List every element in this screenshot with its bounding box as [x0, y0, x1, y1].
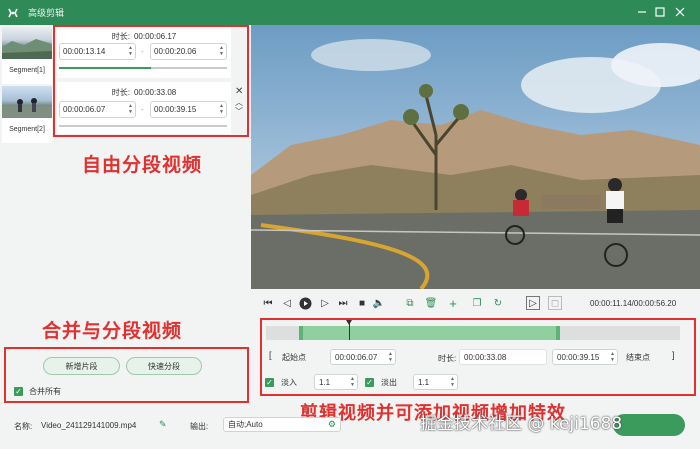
- segment-label: Segment[2]: [9, 126, 45, 133]
- fade-in-label: 淡入: [281, 378, 297, 387]
- stop-icon[interactable]: ■: [355, 296, 369, 310]
- copy-icon[interactable]: ❐: [470, 296, 484, 310]
- add-icon[interactable]: +: [446, 296, 460, 311]
- volume-icon[interactable]: 🔈: [372, 296, 386, 310]
- play-icon[interactable]: [298, 296, 312, 310]
- title-bar: 高级剪辑: [0, 0, 700, 25]
- fade-out-label: 淡出: [381, 378, 397, 387]
- end-bracket: ]: [672, 350, 675, 360]
- export-button[interactable]: [613, 414, 685, 436]
- output-select[interactable]: 自动;Auto ⚙: [223, 417, 341, 432]
- file-name: Video_241129141009.mp4: [41, 421, 137, 430]
- merge-all-label: 合并所有: [29, 387, 61, 396]
- delete-icon[interactable]: 🗑: [424, 296, 438, 310]
- annotation-box-segments: [53, 25, 249, 137]
- annotation-merge: 合并与分段视频: [42, 320, 183, 342]
- new-segment-button[interactable]: 新增片段: [43, 357, 120, 375]
- trim-range[interactable]: [299, 326, 560, 340]
- thumbnail-image: [2, 86, 52, 118]
- name-label: 名称:: [14, 422, 33, 431]
- step-forward-icon[interactable]: ▷: [318, 296, 332, 310]
- segment-label: Segment[1]: [9, 67, 45, 74]
- timeline-track[interactable]: [266, 320, 680, 340]
- checkbox-checked-icon[interactable]: ✓: [265, 378, 274, 387]
- window-title: 高级剪辑: [28, 8, 65, 18]
- playhead-marker-icon[interactable]: [345, 320, 352, 325]
- skip-end-icon[interactable]: ⏭: [336, 296, 350, 310]
- trim-end-field[interactable]: 00:00:39.15 ▲ ▼: [552, 349, 618, 365]
- thumbnail-image: [2, 27, 52, 59]
- close-icon[interactable]: [672, 4, 688, 20]
- end-point-button[interactable]: 结束点: [622, 349, 666, 365]
- watermark: 掘金技术社区 @ keji1688: [420, 414, 623, 434]
- maximize-icon[interactable]: [652, 4, 668, 20]
- trim-duration-field: 00:00:33.08: [459, 349, 547, 365]
- fade-in-field[interactable]: 1.1 ▲ ▼: [314, 374, 358, 390]
- fade-out-checkbox[interactable]: ✓ 淡出: [365, 377, 397, 388]
- reset-icon[interactable]: ↻: [491, 296, 505, 310]
- start-bracket: [: [269, 350, 272, 360]
- fade-out-field[interactable]: 1.1 ▲ ▼: [413, 374, 458, 390]
- app-window: 高级剪辑 Segment[1] Segment[2] 时长: 00:00:06.1…: [0, 0, 700, 449]
- checkbox-checked-icon[interactable]: ✓: [365, 378, 374, 387]
- gear-icon[interactable]: ⚙: [328, 419, 336, 430]
- skip-start-icon[interactable]: ⏮: [261, 296, 275, 310]
- annotation-segments: 自由分段视频: [82, 154, 203, 176]
- fade-in-checkbox[interactable]: ✓ 淡入: [265, 377, 297, 388]
- segment-thumbnail-2[interactable]: Segment[2]: [2, 86, 52, 143]
- checkbox-checked-icon[interactable]: ✓: [14, 387, 23, 396]
- playhead[interactable]: [345, 320, 352, 340]
- start-point-button[interactable]: 起始点: [278, 349, 330, 365]
- spinner-icon[interactable]: ▲ ▼: [610, 351, 615, 363]
- trim-start-field[interactable]: 00:00:06.07 ▲ ▼: [330, 349, 396, 365]
- time-display: 00:00:11.14/00:00:56.20: [590, 299, 677, 308]
- step-back-icon[interactable]: ◁: [280, 296, 294, 310]
- app-logo-icon: [6, 6, 20, 20]
- spinner-icon[interactable]: ▲ ▼: [450, 376, 455, 388]
- output-label: 输出:: [190, 422, 209, 431]
- mark-in-icon[interactable]: ▷: [526, 296, 540, 310]
- minimize-icon[interactable]: [634, 4, 650, 20]
- split-icon[interactable]: ⧉: [403, 296, 417, 310]
- mark-out-icon[interactable]: ◻: [548, 296, 562, 310]
- quick-split-button[interactable]: 快速分段: [126, 357, 202, 375]
- trim-duration-label: 时长:: [438, 354, 457, 363]
- spinner-icon[interactable]: ▲ ▼: [388, 351, 393, 363]
- merge-all-checkbox[interactable]: ✓ 合并所有: [14, 386, 61, 397]
- edit-icon[interactable]: ✎: [159, 419, 167, 430]
- spinner-icon[interactable]: ▲ ▼: [350, 376, 355, 388]
- segment-thumbnail-1[interactable]: Segment[1]: [2, 27, 52, 84]
- video-preview[interactable]: [251, 25, 700, 289]
